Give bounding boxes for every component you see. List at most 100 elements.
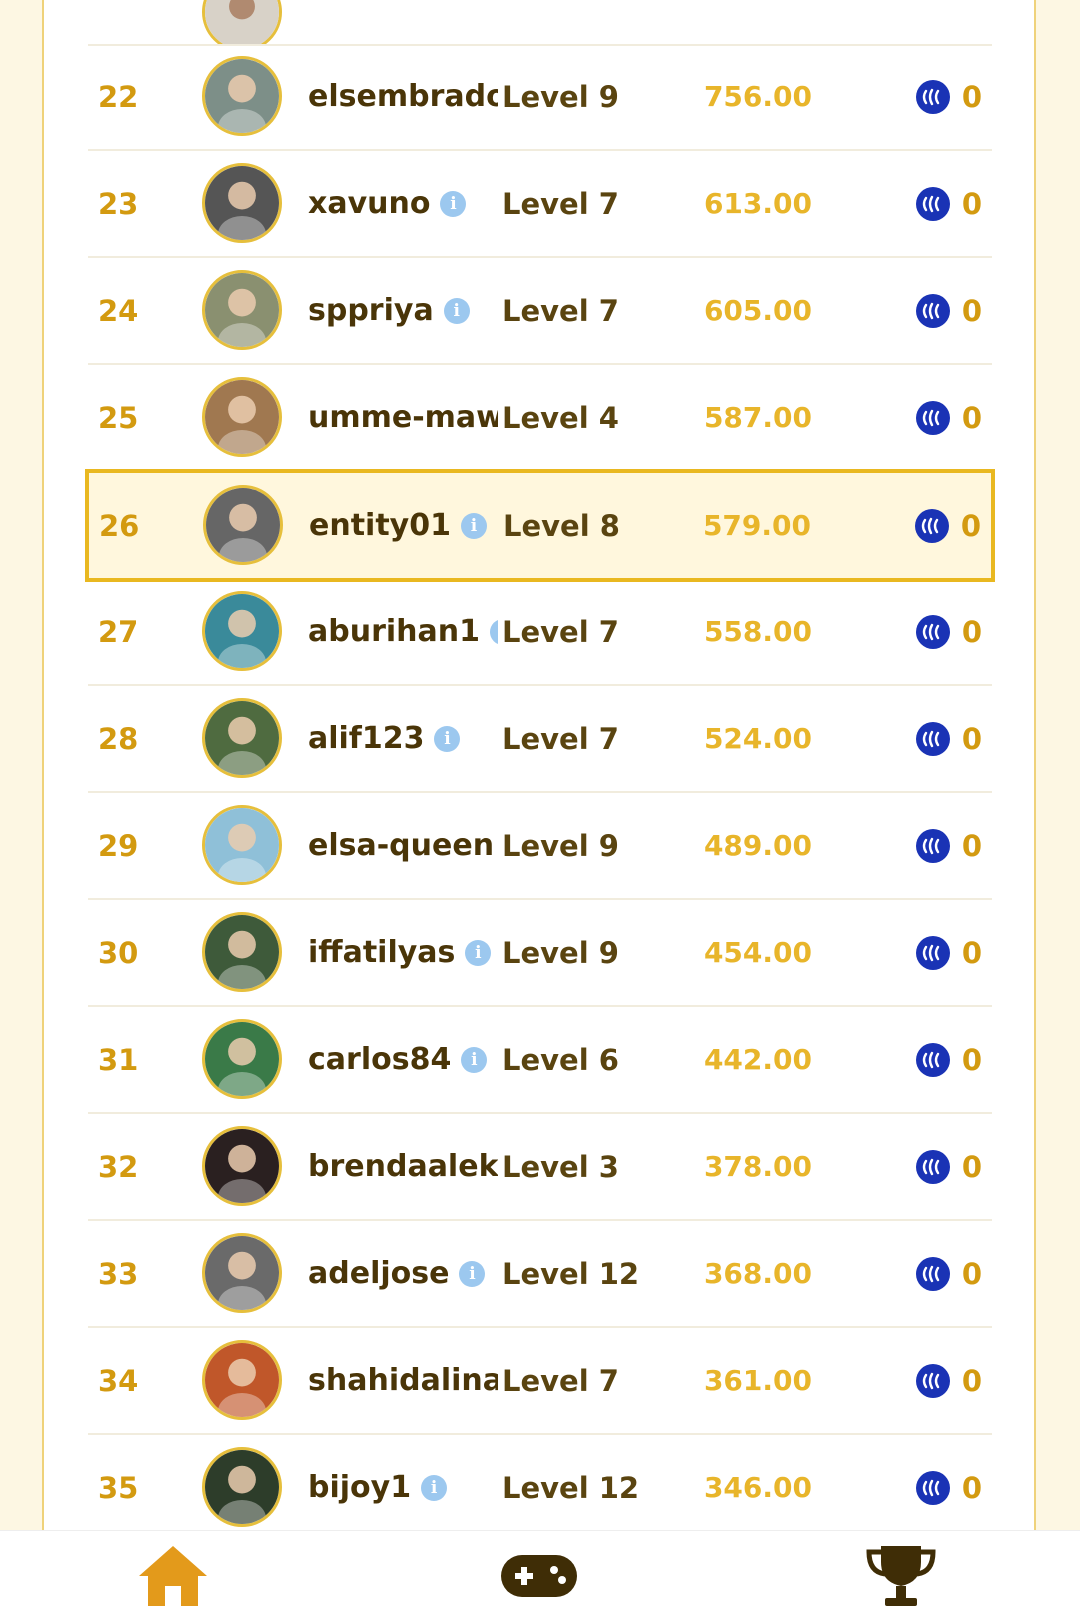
reward-value: 0	[961, 614, 982, 649]
info-icon[interactable]: i	[443, 297, 470, 324]
rank-number: 28	[98, 721, 139, 756]
reward-value: 0	[961, 400, 982, 435]
info-icon[interactable]: i	[440, 190, 467, 217]
avatar[interactable]	[202, 1340, 282, 1420]
rank-number: 22	[98, 79, 139, 114]
reward-value: 0	[961, 1363, 982, 1398]
avatar[interactable]	[202, 912, 282, 992]
steem-coin-icon	[915, 79, 950, 114]
info-icon[interactable]: i	[421, 1474, 448, 1501]
avatar	[202, 0, 282, 44]
username[interactable]: umme-mawai	[308, 365, 498, 470]
table-row[interactable]: 32 brendaalekiLevel 3 378.00 0	[88, 1114, 992, 1221]
level-label: Level 7	[502, 293, 619, 328]
score-value: 558.00	[703, 615, 812, 648]
avatar[interactable]	[202, 805, 282, 885]
avatar[interactable]	[202, 1126, 282, 1206]
table-row[interactable]: 31 carlos84 i Level 6 442.00 0	[88, 1007, 992, 1114]
table-row[interactable]: 34 shahidalinaziLevel 7 361.00 0	[88, 1328, 992, 1435]
steem-coin-icon	[915, 828, 950, 863]
reward-value: 0	[961, 1256, 982, 1291]
table-row[interactable]: 35 bijoy1 i Level 12 346.00 0	[88, 1435, 992, 1542]
rank-number: 31	[98, 1042, 139, 1077]
table-row[interactable]: 29 elsa-queeniLevel 9 489.00 0	[88, 793, 992, 900]
avatar[interactable]	[202, 1447, 282, 1527]
info-icon[interactable]: i	[460, 512, 487, 539]
score-value: 368.00	[703, 1257, 812, 1290]
rank-number: 29	[98, 828, 139, 863]
avatar[interactable]	[202, 56, 282, 136]
username[interactable]: bijoy1 i	[308, 1435, 498, 1540]
username[interactable]: iffatilyas i	[308, 900, 498, 1005]
username-text: xavuno	[308, 186, 431, 221]
username[interactable]: elsa-queeni	[308, 793, 498, 898]
reward-value: 0	[961, 935, 982, 970]
reward: 0	[915, 793, 982, 898]
reward: 0	[915, 44, 982, 149]
username[interactable]: carlos84 i	[308, 1007, 498, 1112]
reward: 0	[915, 258, 982, 363]
username-text: iffatilyas	[308, 935, 456, 970]
username-text: adeljose	[308, 1256, 450, 1291]
score-value: 346.00	[703, 1471, 812, 1504]
steem-coin-icon	[915, 186, 950, 221]
username[interactable]: shahidalinazi	[308, 1328, 498, 1433]
username[interactable]: entity01 i	[309, 473, 499, 578]
username[interactable]: elsembradori	[308, 44, 498, 149]
table-row[interactable]: 22 elsembradoriLevel 9 756.00 0	[88, 44, 992, 151]
avatar[interactable]	[202, 591, 282, 671]
avatar[interactable]	[202, 698, 282, 778]
username-text: bijoy1	[308, 1470, 412, 1505]
avatar[interactable]	[202, 377, 282, 457]
reward-value: 0	[961, 79, 982, 114]
reward: 0	[915, 1007, 982, 1112]
score-value: 756.00	[703, 80, 812, 113]
score-value: 613.00	[703, 187, 812, 220]
avatar[interactable]	[202, 163, 282, 243]
table-row[interactable]: 30 iffatilyas i Level 9 454.00 0	[88, 900, 992, 1007]
table-row[interactable]: 25 umme-mawaiLevel 4 587.00 0	[88, 365, 992, 472]
table-row[interactable]: 24 sppriya i Level 7 605.00 0	[88, 258, 992, 365]
nav-leaderboard-button[interactable]	[856, 1541, 946, 1611]
info-icon[interactable]: i	[459, 1260, 486, 1287]
score-value: 524.00	[703, 722, 812, 755]
table-row[interactable]: 23 xavuno i Level 7 613.00 0	[88, 151, 992, 258]
username[interactable]: alif123 i	[308, 686, 498, 791]
score-value: 361.00	[703, 1364, 812, 1397]
level-label: Level 7	[502, 721, 619, 756]
username-text: entity01	[309, 508, 451, 543]
reward: 0	[915, 900, 982, 1005]
username-text: alif123	[308, 721, 425, 756]
level-label: Level 8	[503, 508, 620, 543]
table-row[interactable]: 28 alif123 i Level 7 524.00 0	[88, 686, 992, 793]
table-row[interactable]: 33 adeljose i Level 12 368.00 0	[88, 1221, 992, 1328]
username-text: elsa-queen	[308, 828, 495, 863]
level-label: Level 6	[502, 1042, 619, 1077]
username-text: shahidalinaz	[308, 1363, 498, 1398]
rank-number: 35	[98, 1470, 139, 1505]
level-label: Level 9	[502, 79, 619, 114]
avatar[interactable]	[202, 1233, 282, 1313]
table-row[interactable]: 27 aburihan1 iLevel 7 558.00 0	[88, 579, 992, 686]
username[interactable]: xavuno i	[308, 151, 498, 256]
username[interactable]: sppriya i	[308, 258, 498, 363]
nav-home-button[interactable]	[128, 1541, 218, 1611]
username[interactable]: adeljose i	[308, 1221, 498, 1326]
steem-coin-icon	[915, 1470, 950, 1505]
score-value: 442.00	[703, 1043, 812, 1076]
avatar[interactable]	[202, 1019, 282, 1099]
username[interactable]: brendaaleki	[308, 1114, 498, 1219]
info-icon[interactable]: i	[465, 939, 492, 966]
info-icon[interactable]: i	[461, 1046, 488, 1073]
username-text: sppriya	[308, 293, 434, 328]
username[interactable]: aburihan1 i	[308, 579, 498, 684]
avatar[interactable]	[203, 485, 283, 565]
table-row-current-user[interactable]: 26 entity01 i Level 8 579.00 0	[85, 469, 995, 582]
score-value: 489.00	[703, 829, 812, 862]
info-icon[interactable]: i	[490, 618, 498, 645]
steem-coin-icon	[915, 293, 950, 328]
steem-coin-icon	[915, 1256, 950, 1291]
info-icon[interactable]: i	[434, 725, 461, 752]
nav-games-button[interactable]	[494, 1541, 584, 1611]
avatar[interactable]	[202, 270, 282, 350]
